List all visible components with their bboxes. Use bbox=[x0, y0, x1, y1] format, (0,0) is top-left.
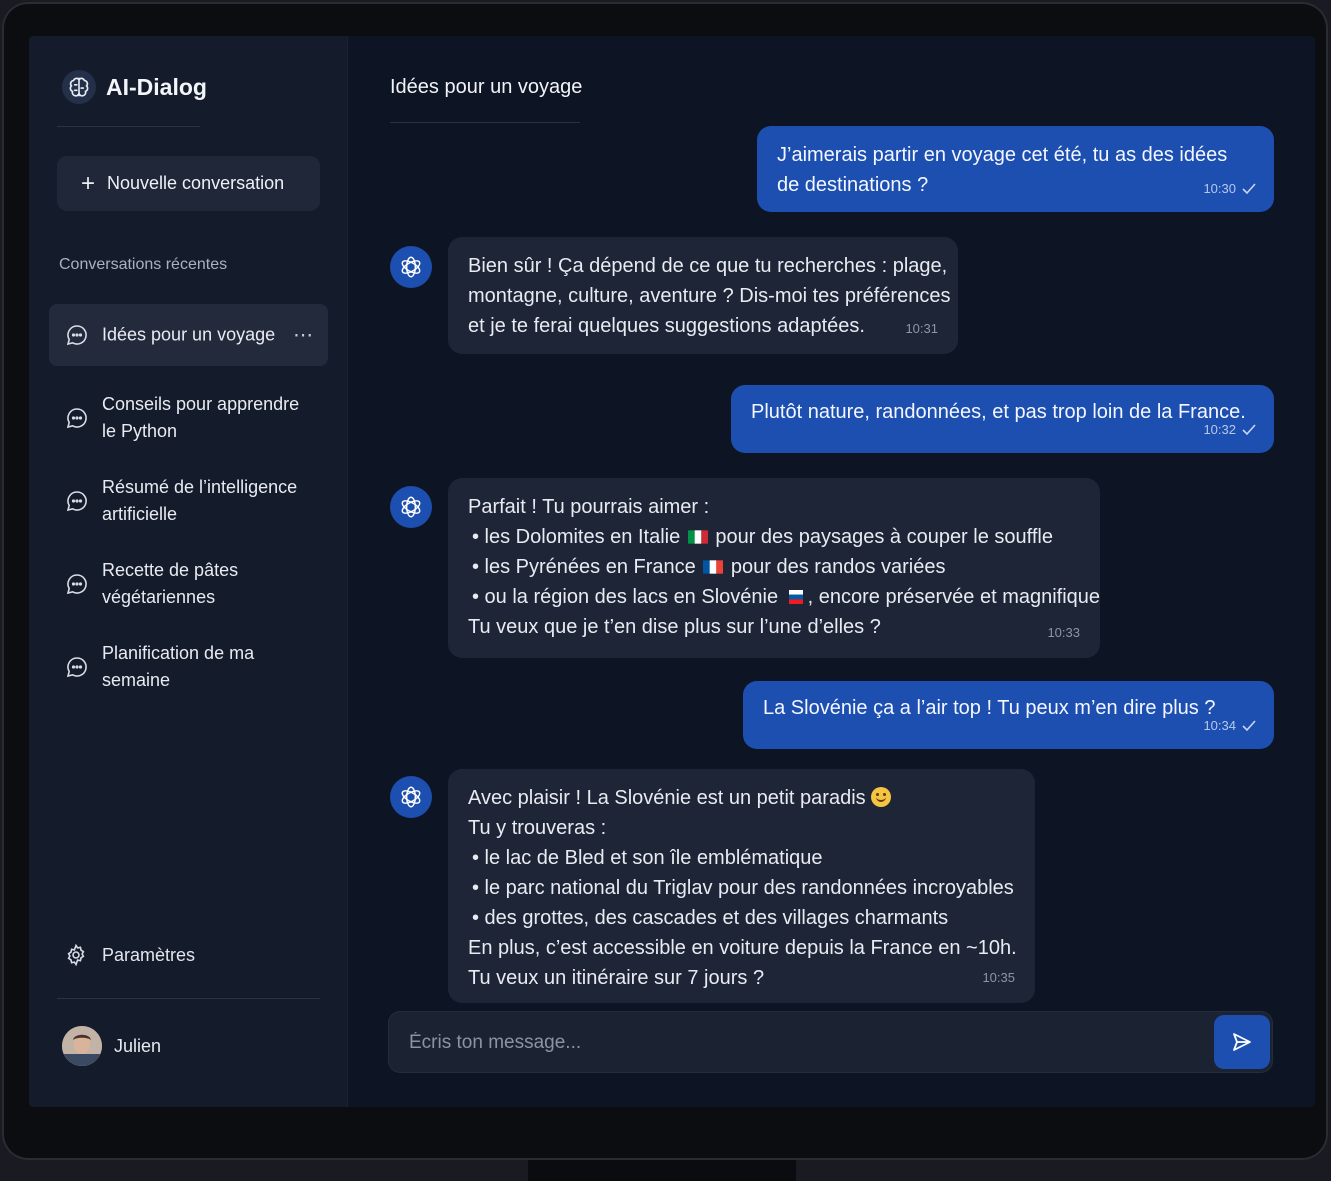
conversation-label: Planification de ma semaine bbox=[102, 643, 255, 690]
message-line: Parfait ! Tu pourrais aimer : bbox=[468, 496, 710, 518]
brain-logo-icon bbox=[62, 70, 96, 104]
conversation-item-recette[interactable]: Recette de pâtes végétariennes bbox=[49, 553, 328, 615]
message-line: Tu veux que je t’en dise plus sur l’une … bbox=[468, 616, 881, 638]
message-time: 10:32 bbox=[1203, 415, 1256, 445]
recent-conversations-heading: Conversations récentes bbox=[59, 256, 228, 273]
chat-title: Idées pour un voyage bbox=[390, 76, 583, 98]
brand: AI-Dialog bbox=[62, 70, 207, 104]
message-line: et je te ferai quelques suggestions adap… bbox=[468, 315, 865, 337]
message-line: montagne, culture, aventure ? Dis-moi te… bbox=[468, 285, 951, 307]
divider bbox=[390, 122, 580, 123]
message-line: Tu y trouveras : bbox=[468, 817, 607, 839]
message-line: • ou la région des lacs en Slovénie , en… bbox=[472, 586, 1101, 608]
message-line: • les Pyrénées en France pour des randos… bbox=[472, 556, 946, 578]
sidebar: AI-Dialog + Nouvelle conversation Conver… bbox=[29, 36, 348, 1107]
message-line: Bien sûr ! Ça dépend de ce que tu recher… bbox=[468, 255, 948, 277]
monitor-stand bbox=[528, 1160, 796, 1181]
user-message: J’aimerais partir en voyage cet été, tu … bbox=[757, 126, 1274, 212]
message-time: 10:34 bbox=[1203, 711, 1256, 741]
send-icon bbox=[1233, 1033, 1251, 1051]
assistant-avatar-icon bbox=[390, 486, 432, 528]
app-window: AI-Dialog + Nouvelle conversation Conver… bbox=[29, 36, 1315, 1107]
send-button[interactable] bbox=[1214, 1015, 1270, 1069]
gear-icon bbox=[67, 943, 85, 967]
conversation-label: Résumé de l’intelligence artificielle bbox=[102, 477, 298, 524]
new-conversation-label: Nouvelle conversation bbox=[107, 173, 285, 193]
message-composer bbox=[388, 1011, 1273, 1074]
message-line: de destinations ? bbox=[777, 174, 929, 196]
user-message: Plutôt nature, randonnées, et pas trop l… bbox=[731, 385, 1274, 453]
new-conversation-button[interactable]: + Nouvelle conversation bbox=[57, 156, 320, 211]
divider bbox=[57, 126, 200, 127]
conversation-label: Idées pour un voyage bbox=[102, 324, 276, 345]
chat-bubble-icon bbox=[66, 491, 87, 512]
app-name: AI-Dialog bbox=[106, 73, 207, 100]
message-line: Avec plaisir ! La Slovénie est un petit … bbox=[468, 783, 1015, 813]
conversation-item-planification[interactable]: Planification de ma semaine bbox=[49, 636, 328, 698]
assistant-message: Bien sûr ! Ça dépend de ce que tu recher… bbox=[448, 237, 958, 354]
message-line: • le parc national du Triglav pour des r… bbox=[472, 877, 1014, 899]
message-time: 10:31 bbox=[905, 321, 938, 336]
message-line: • le lac de Bled et son île emblématique bbox=[472, 847, 823, 869]
chat-panel: Idées pour un voyage J’aimerais partir e… bbox=[347, 36, 1315, 1107]
chat-bubble-icon bbox=[66, 325, 87, 346]
france-flag-icon bbox=[703, 560, 724, 574]
user-profile[interactable]: Julien bbox=[62, 1026, 161, 1066]
conversation-label: Conseils pour apprendre le Python bbox=[102, 394, 300, 441]
settings-label: Paramètres bbox=[102, 944, 196, 965]
user-name: Julien bbox=[114, 1035, 162, 1056]
conversation-item-python[interactable]: Conseils pour apprendre le Python bbox=[49, 387, 328, 449]
check-icon bbox=[1242, 183, 1256, 195]
more-options-icon[interactable]: ⋯ bbox=[293, 323, 314, 348]
message-line: La Slovénie ça a l’air top ! Tu peux m’e… bbox=[763, 697, 1216, 719]
avatar bbox=[62, 1026, 102, 1066]
chat-bubble-icon bbox=[66, 408, 87, 429]
divider bbox=[57, 998, 320, 999]
message-input[interactable] bbox=[407, 1012, 1191, 1074]
assistant-avatar-icon bbox=[390, 776, 432, 818]
conversation-item-voyage[interactable]: Idées pour un voyage ⋯ bbox=[49, 304, 328, 366]
assistant-message: Avec plaisir ! La Slovénie est un petit … bbox=[448, 769, 1035, 1003]
message-time: 10:35 bbox=[982, 970, 1015, 985]
chat-bubble-icon bbox=[66, 574, 87, 595]
message-line: Plutôt nature, randonnées, et pas trop l… bbox=[751, 401, 1246, 423]
conversation-label: Recette de pâtes végétariennes bbox=[102, 560, 239, 607]
italy-flag-icon bbox=[687, 530, 708, 544]
message-line: • les Dolomites en Italie pour des paysa… bbox=[472, 526, 1053, 548]
check-icon bbox=[1242, 720, 1256, 732]
message-time: 10:30 bbox=[1203, 174, 1256, 204]
user-message: La Slovénie ça a l’air top ! Tu peux m’e… bbox=[743, 681, 1274, 749]
settings-button[interactable]: Paramètres bbox=[64, 943, 195, 967]
message-line: J’aimerais partir en voyage cet été, tu … bbox=[777, 144, 1228, 166]
smile-emoji-icon bbox=[871, 787, 892, 807]
message-line: • des grottes, des cascades et des villa… bbox=[472, 907, 949, 929]
message-time: 10:33 bbox=[1047, 625, 1080, 640]
plus-icon: + bbox=[81, 169, 96, 197]
conversation-list: Idées pour un voyage ⋯ Conseils pour app… bbox=[49, 304, 328, 719]
assistant-message: Parfait ! Tu pourrais aimer : • les Dolo… bbox=[448, 478, 1100, 658]
slovenia-flag-icon bbox=[788, 590, 803, 604]
chat-bubble-icon bbox=[66, 657, 87, 678]
message-line: Tu veux un itinéraire sur 7 jours ? bbox=[468, 967, 765, 989]
check-icon bbox=[1242, 424, 1256, 436]
assistant-avatar-icon bbox=[390, 246, 432, 288]
message-line: En plus, c’est accessible en voiture dep… bbox=[468, 937, 1017, 959]
conversation-item-ia[interactable]: Résumé de l’intelligence artificielle bbox=[49, 470, 328, 532]
